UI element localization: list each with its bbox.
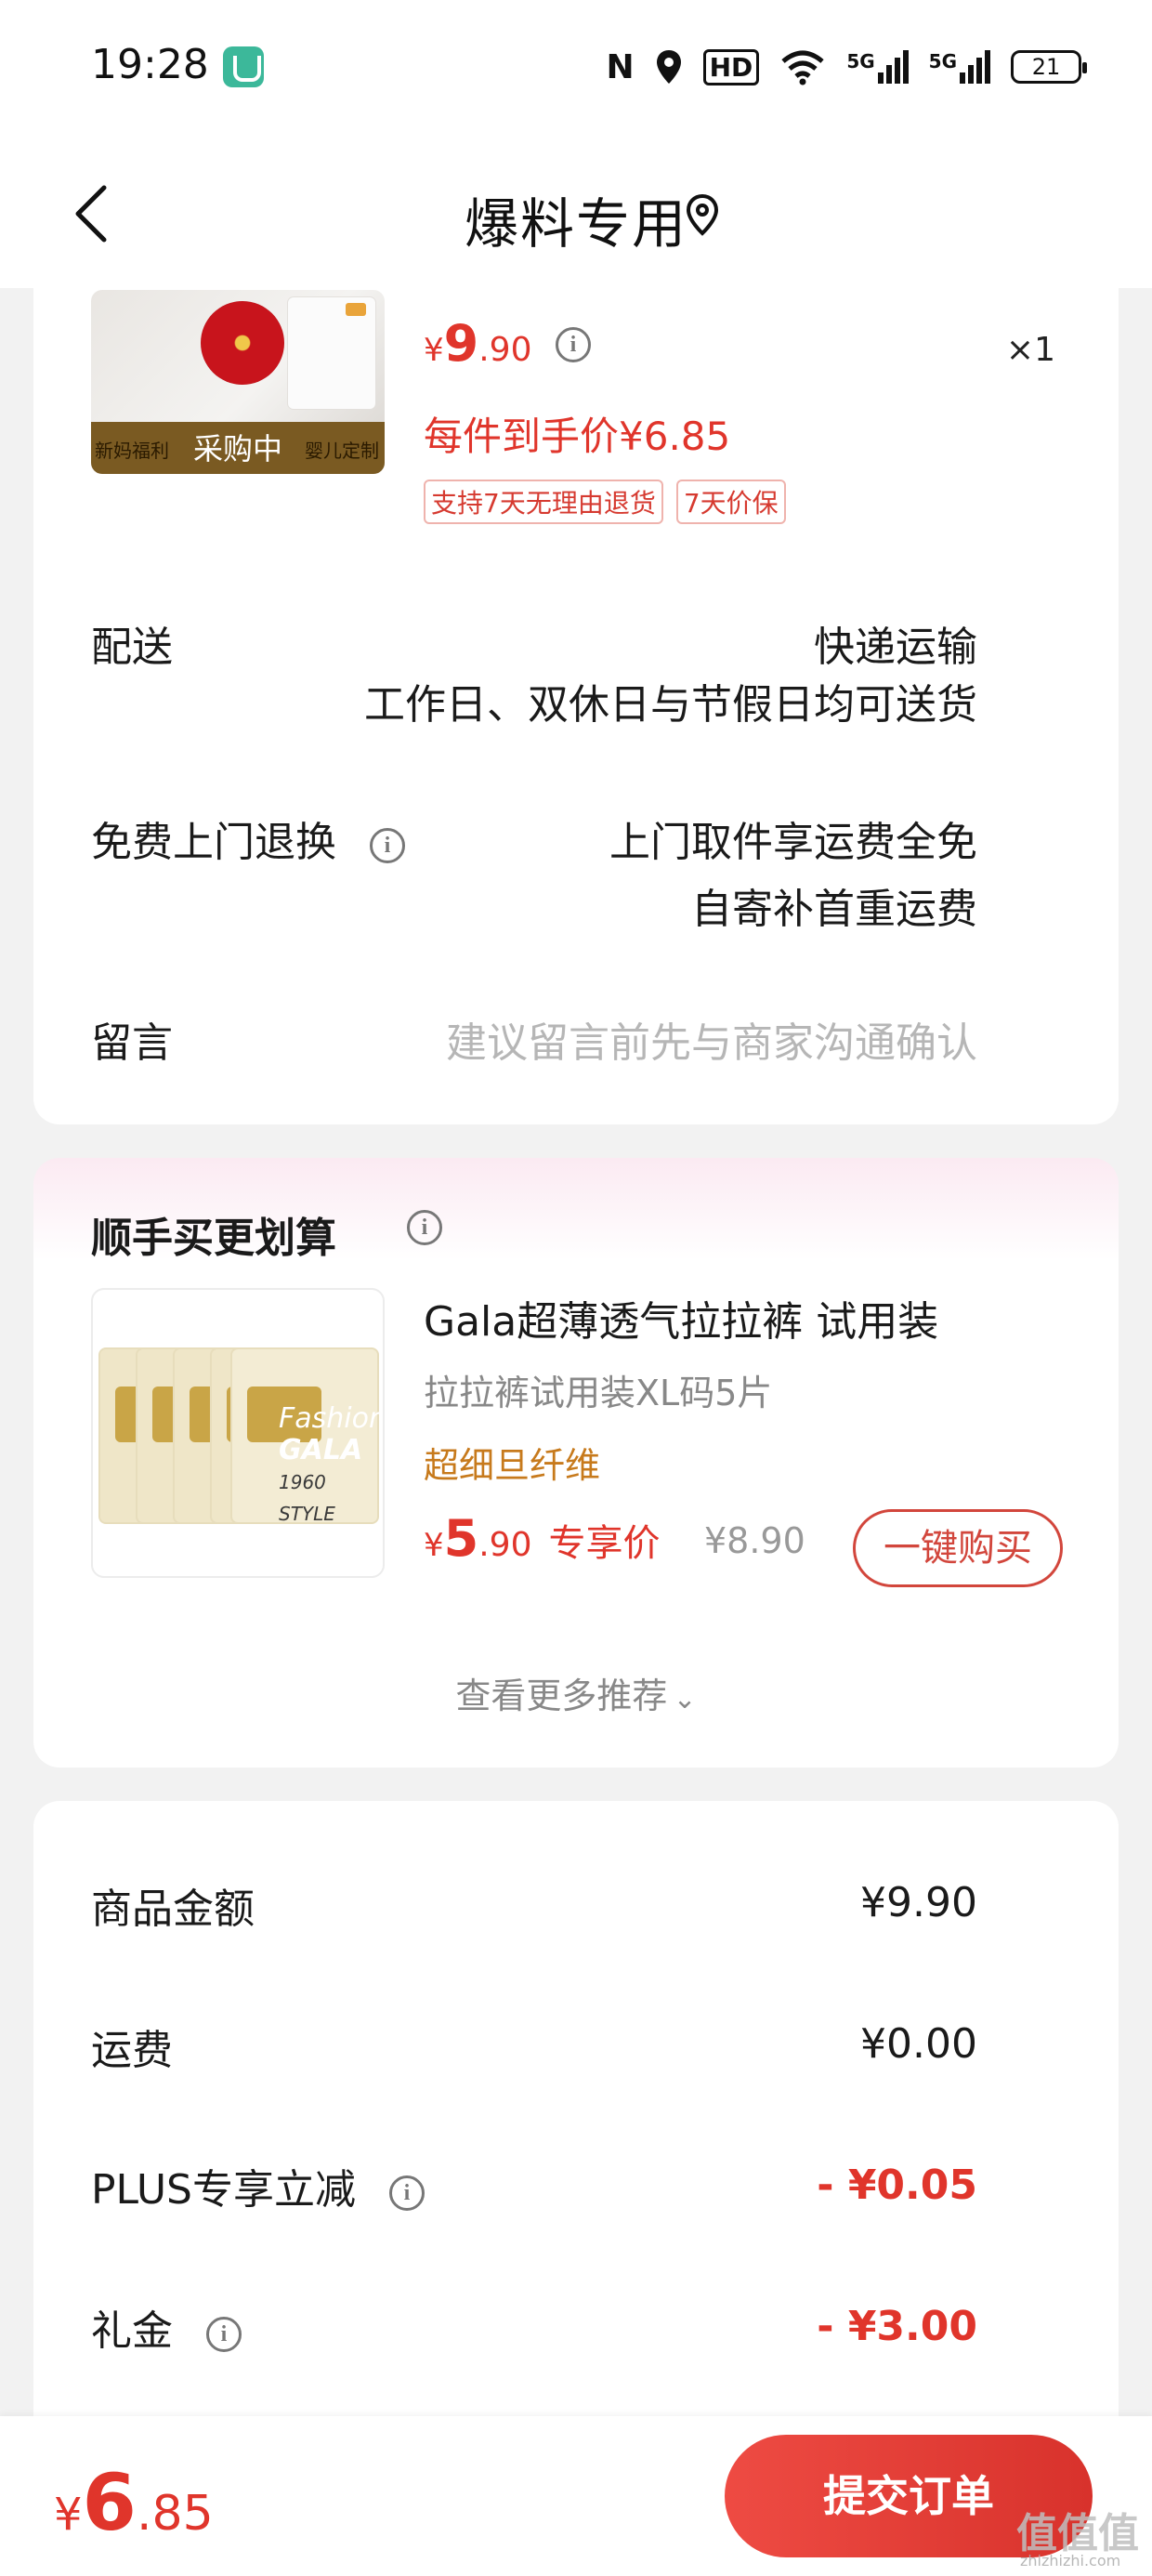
addon-price: ¥5.90 专享价 bbox=[424, 1509, 661, 1568]
status-time: 19:28 bbox=[91, 41, 209, 88]
hd-icon: HD bbox=[702, 48, 760, 85]
addon-original-price: ¥8.90 bbox=[704, 1520, 805, 1561]
return-service-line1: 上门取件享运费全免 bbox=[609, 819, 977, 866]
price-info-icon[interactable]: i bbox=[556, 327, 591, 362]
addon-product-spec: 拉拉裤试用装XL码5片 bbox=[424, 1373, 773, 1413]
product-image[interactable]: 新妈福利 婴儿定制 采购中 bbox=[91, 290, 385, 474]
summary-shipping-label: 运费 bbox=[91, 2027, 173, 2074]
page-title: 爆料专用 bbox=[464, 192, 687, 256]
return-info-icon[interactable]: i bbox=[370, 828, 405, 863]
total-price: ¥6.85 bbox=[54, 2457, 214, 2548]
item-quantity: ×1 bbox=[1005, 331, 1055, 369]
delivery-method[interactable]: 快递运输 bbox=[814, 613, 977, 673]
tag-price-protection: 7天价保 bbox=[675, 480, 786, 524]
wifi-icon bbox=[781, 50, 824, 85]
delivery-label: 配送 bbox=[91, 624, 173, 671]
summary-plus-label: PLUS专享立减 i bbox=[91, 2156, 425, 2215]
gift-info-icon[interactable]: i bbox=[206, 2317, 242, 2352]
status-bar: 19:28 N HD 5G 5G 21 bbox=[0, 0, 1152, 139]
location-icon bbox=[656, 50, 681, 84]
summary-goods-value: ¥9.90 bbox=[860, 1879, 977, 1926]
plus-info-icon[interactable]: i bbox=[389, 2175, 425, 2211]
chevron-down-icon: ⌄ bbox=[673, 1683, 697, 1715]
summary-gift-label: 礼金 i bbox=[91, 2297, 242, 2357]
flower-graphic bbox=[201, 301, 284, 385]
message-input[interactable]: 建议留言前先与商家沟通确认 bbox=[446, 1009, 977, 1069]
signal-5g-icon: 5G bbox=[846, 50, 909, 84]
order-card: 新妈福利 婴儿定制 采购中 ¥9.90 i ×1 每件到手价¥6.85 支持7天… bbox=[33, 269, 1119, 1124]
nav-bar: 爆料专用 bbox=[0, 139, 1152, 288]
item-price: ¥9.90 bbox=[424, 314, 532, 373]
purchasing-badge: 采购中 bbox=[192, 431, 282, 467]
summary-gift-value: - ¥3.00 bbox=[817, 2303, 977, 2350]
app-notification-icon bbox=[223, 46, 264, 87]
service-tags: 支持7天无理由退货 7天价保 bbox=[424, 480, 786, 524]
addon-product-name[interactable]: Gala超薄透气拉拉裤 试用装 bbox=[424, 1288, 938, 1347]
addon-product-feature: 超细旦纤维 bbox=[424, 1445, 601, 1486]
packet-label: Fashion GALA 1960 STYLE bbox=[279, 1402, 385, 1526]
watermark: 值值值 bbox=[1016, 2510, 1139, 2557]
addon-title: 顺手买更划算 bbox=[91, 1215, 336, 1262]
addon-product-image[interactable]: Fashion GALA 1960 STYLE bbox=[91, 1288, 385, 1578]
per-item-price: 每件到手价¥6.85 bbox=[424, 414, 731, 459]
addon-card: 顺手买更划算 i Fashion GALA 1960 STYLE Gala超薄透… bbox=[33, 1158, 1119, 1768]
summary-plus-value: - ¥0.05 bbox=[817, 2162, 977, 2209]
summary-shipping-value: ¥0.00 bbox=[860, 2020, 977, 2068]
more-recommendations-link[interactable]: 查看更多推荐 ⌄ bbox=[33, 1667, 1119, 1718]
message-label: 留言 bbox=[91, 1019, 173, 1067]
signal-5g-icon: 5G bbox=[929, 50, 990, 84]
watermark-url: zhizhizhi.com bbox=[1020, 2552, 1121, 2569]
addon-info-icon[interactable]: i bbox=[407, 1210, 442, 1245]
bottom-bar: ¥6.85 提交订单 bbox=[0, 2416, 1152, 2576]
nfc-icon: N bbox=[606, 47, 635, 86]
summary-goods-label: 商品金额 bbox=[91, 1886, 255, 1933]
status-icons: N HD 5G 5G 21 bbox=[606, 39, 1087, 95]
tag-seven-day-return: 支持7天无理由退货 bbox=[424, 480, 663, 524]
return-service-label: 免费上门退换 i bbox=[91, 808, 405, 868]
return-service-line2: 自寄补首重运费 bbox=[691, 886, 977, 933]
battery-icon: 21 bbox=[1011, 50, 1087, 84]
location-pin-icon[interactable] bbox=[684, 193, 721, 236]
package-graphic bbox=[288, 297, 375, 409]
one-click-buy-button[interactable]: 一键购买 bbox=[853, 1509, 1063, 1587]
delivery-schedule: 工作日、双休日与节假日均可送货 bbox=[364, 681, 977, 729]
